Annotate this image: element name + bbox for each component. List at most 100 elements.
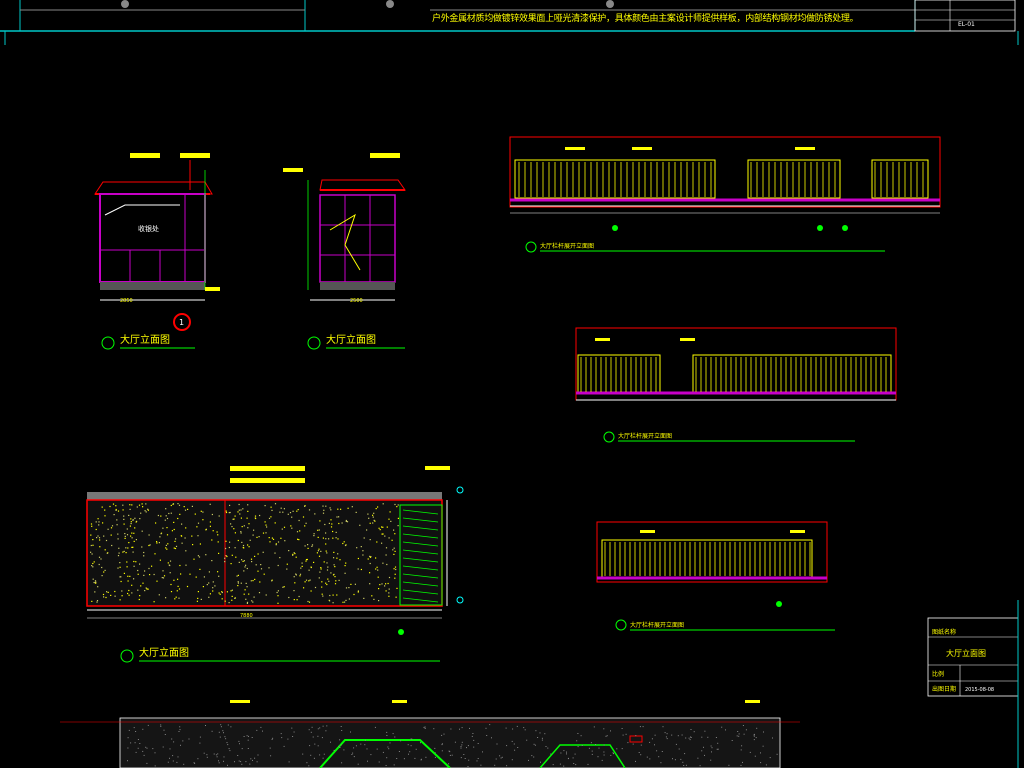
plan-hatch-dot — [154, 752, 156, 754]
plan-hatch-dot — [588, 747, 590, 749]
wall-speckle — [91, 553, 93, 555]
plan-hatch-dot — [374, 726, 376, 728]
wall-speckle — [271, 537, 273, 539]
plan-hatch-dot — [762, 745, 764, 747]
wall-speckle — [295, 574, 297, 576]
wall-speckle — [234, 515, 236, 517]
plan-hatch-dot — [293, 731, 295, 733]
wall-speckle — [184, 537, 186, 539]
wall-speckle — [140, 585, 142, 587]
wall-speckle — [394, 533, 396, 535]
wall-speckle — [325, 582, 327, 584]
wall-speckle — [99, 539, 101, 541]
wall-speckle — [316, 552, 318, 554]
wall-speckle — [377, 569, 379, 571]
wall-speckle — [392, 549, 394, 551]
plan-hatch-dot — [591, 750, 593, 752]
wall-speckle — [165, 515, 167, 517]
wall-speckle — [159, 536, 161, 538]
wall-speckle — [283, 586, 285, 588]
plan-hatch-dot — [309, 745, 311, 747]
wall-speckle — [135, 521, 137, 523]
wall-speckle — [307, 600, 309, 603]
plan-hatch-dot — [449, 751, 451, 753]
wall-speckle — [377, 576, 379, 578]
plan-hatch-dot — [135, 731, 137, 732]
wall-speckle — [175, 545, 178, 547]
wall-speckle — [319, 571, 321, 573]
wall-speckle — [142, 582, 144, 584]
wall-speckle — [393, 529, 395, 531]
wall-speckle — [147, 509, 149, 511]
wall-speckle — [344, 544, 347, 547]
elevation-left: 收银处 2850 大厅立面图 1 — [94, 153, 220, 350]
general-note: 户外金属材质均做镀锌效果面上哑光清漆保护，具体颜色由主案设计师提供样板，内部结构… — [432, 14, 859, 24]
wall-speckle — [348, 587, 350, 589]
wall-speckle — [164, 519, 166, 521]
wall-speckle — [148, 544, 150, 547]
wall-speckle — [228, 546, 230, 549]
plan-hatch-dot — [666, 733, 668, 735]
wall-speckle — [181, 535, 183, 537]
wall-speckle — [197, 522, 200, 524]
wall-speckle — [212, 530, 214, 532]
plan-hatch-dot — [610, 754, 612, 756]
wall-speckle — [388, 537, 390, 539]
plan-hatch-dot — [308, 765, 310, 767]
wall-speckle — [231, 595, 233, 597]
wall-speckle — [388, 595, 390, 597]
plan-hatch-dot — [213, 753, 215, 755]
wall-speckle — [325, 532, 327, 534]
wall-speckle — [345, 587, 348, 589]
plan-hatch-dot — [386, 757, 388, 759]
wall-speckle — [378, 588, 380, 590]
wall-speckle — [320, 550, 322, 552]
wall-speckle — [95, 521, 97, 523]
wall-speckle — [372, 522, 374, 524]
wall-speckle — [118, 547, 120, 549]
wall-speckle — [217, 571, 219, 573]
wall-speckle — [375, 508, 377, 510]
wall-speckle — [205, 554, 207, 556]
wall-speckle — [347, 507, 349, 509]
plan-hatch-dot — [223, 732, 224, 734]
wall-speckle — [166, 534, 169, 536]
wall-speckle — [168, 512, 170, 515]
wall-speckle — [320, 567, 322, 569]
wall-speckle — [137, 569, 139, 572]
plan-hatch-dot — [680, 758, 682, 760]
plan-hatch-dot — [355, 745, 357, 747]
plan-hatch-dot — [642, 726, 644, 728]
wall-speckle — [397, 525, 399, 527]
plan-hatch-dot — [749, 751, 751, 753]
wall-speckle — [326, 569, 329, 571]
plan-hatch-dot — [476, 760, 478, 762]
wall-elevation: 7880 大厅立面图 — [86, 466, 464, 663]
wall-speckle — [335, 531, 337, 533]
wall-speckle — [313, 535, 315, 537]
wall-speckle — [144, 590, 146, 592]
wall-speckle — [175, 538, 177, 540]
wall-speckle — [311, 545, 313, 547]
plan-hatch-dot — [385, 765, 387, 766]
plan-hatch-dot — [651, 738, 653, 740]
wall-speckle — [350, 583, 352, 585]
wall-speckle — [200, 598, 202, 600]
wall-speckle — [196, 526, 198, 528]
wall-speckle — [344, 565, 346, 567]
wall-speckle — [325, 543, 327, 545]
plan-hatch-dot — [378, 761, 380, 763]
plan-hatch-dot — [171, 738, 173, 740]
plan-hatch-dot — [477, 758, 479, 759]
wall-speckle — [114, 595, 116, 597]
cad-drawing-canvas: 收银处 2850 大厅立面图 1 2500 大厅立面图 大厅栏杆展开立面图 大厅… — [0, 0, 1019, 768]
plan-hatch-dot — [711, 747, 713, 749]
plan-hatch-dot — [467, 766, 469, 767]
wall-speckle — [154, 553, 156, 555]
plan-hatch-dot — [544, 733, 546, 735]
wall-speckle — [145, 503, 147, 505]
wall-speckle — [135, 539, 137, 541]
wall-speckle — [394, 503, 396, 506]
plan-hatch-dot — [216, 756, 218, 758]
wall-speckle — [332, 537, 334, 539]
